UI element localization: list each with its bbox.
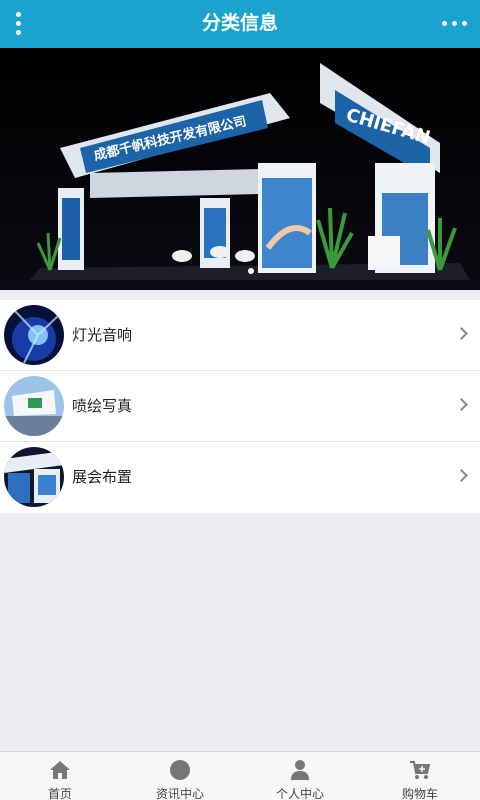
carousel-indicator[interactable]	[248, 268, 254, 274]
tab-label: 资讯中心	[155, 787, 204, 800]
lighting-thumbnail	[4, 305, 64, 365]
bottom-tab-bar: 首页 资讯中心 个人中心 购物车	[0, 751, 480, 800]
tab-profile[interactable]: 个人中心	[240, 752, 360, 800]
exhibition-booth-image: 成都千帆科技开发有限公司 CHIEFAN	[0, 48, 480, 290]
category-label: 展会布置	[72, 468, 133, 486]
tab-news[interactable]: 资讯中心	[120, 752, 240, 800]
tab-cart[interactable]: 购物车	[360, 752, 480, 800]
chevron-right-icon	[455, 327, 468, 340]
horizontal-dots-icon[interactable]	[440, 8, 470, 38]
page-title: 分类信息	[201, 12, 278, 34]
top-bar: 分类信息	[0, 0, 480, 48]
tab-label: 购物车	[401, 787, 438, 800]
category-label: 灯光音响	[72, 326, 133, 344]
printing-thumbnail	[4, 376, 64, 436]
banner-carousel[interactable]: 成都千帆科技开发有限公司 CHIEFAN	[0, 48, 480, 290]
category-row-printing[interactable]: 喷绘写真	[0, 371, 480, 442]
circle-icon	[170, 760, 190, 780]
person-icon	[291, 760, 309, 780]
chevron-right-icon	[455, 469, 468, 482]
chevron-right-icon	[455, 398, 468, 411]
tab-label: 个人中心	[275, 787, 324, 800]
category-row-lighting[interactable]: 灯光音响	[0, 300, 480, 371]
cart-icon	[410, 761, 431, 779]
exhibition-thumbnail	[4, 447, 64, 507]
home-icon	[50, 761, 70, 779]
tab-label: 首页	[47, 787, 72, 800]
category-row-exhibition[interactable]: 展会布置	[0, 442, 480, 513]
category-list: 灯光音响 喷绘写真 展会布置	[0, 300, 480, 513]
tab-home[interactable]: 首页	[0, 752, 120, 800]
category-label: 喷绘写真	[72, 397, 133, 415]
